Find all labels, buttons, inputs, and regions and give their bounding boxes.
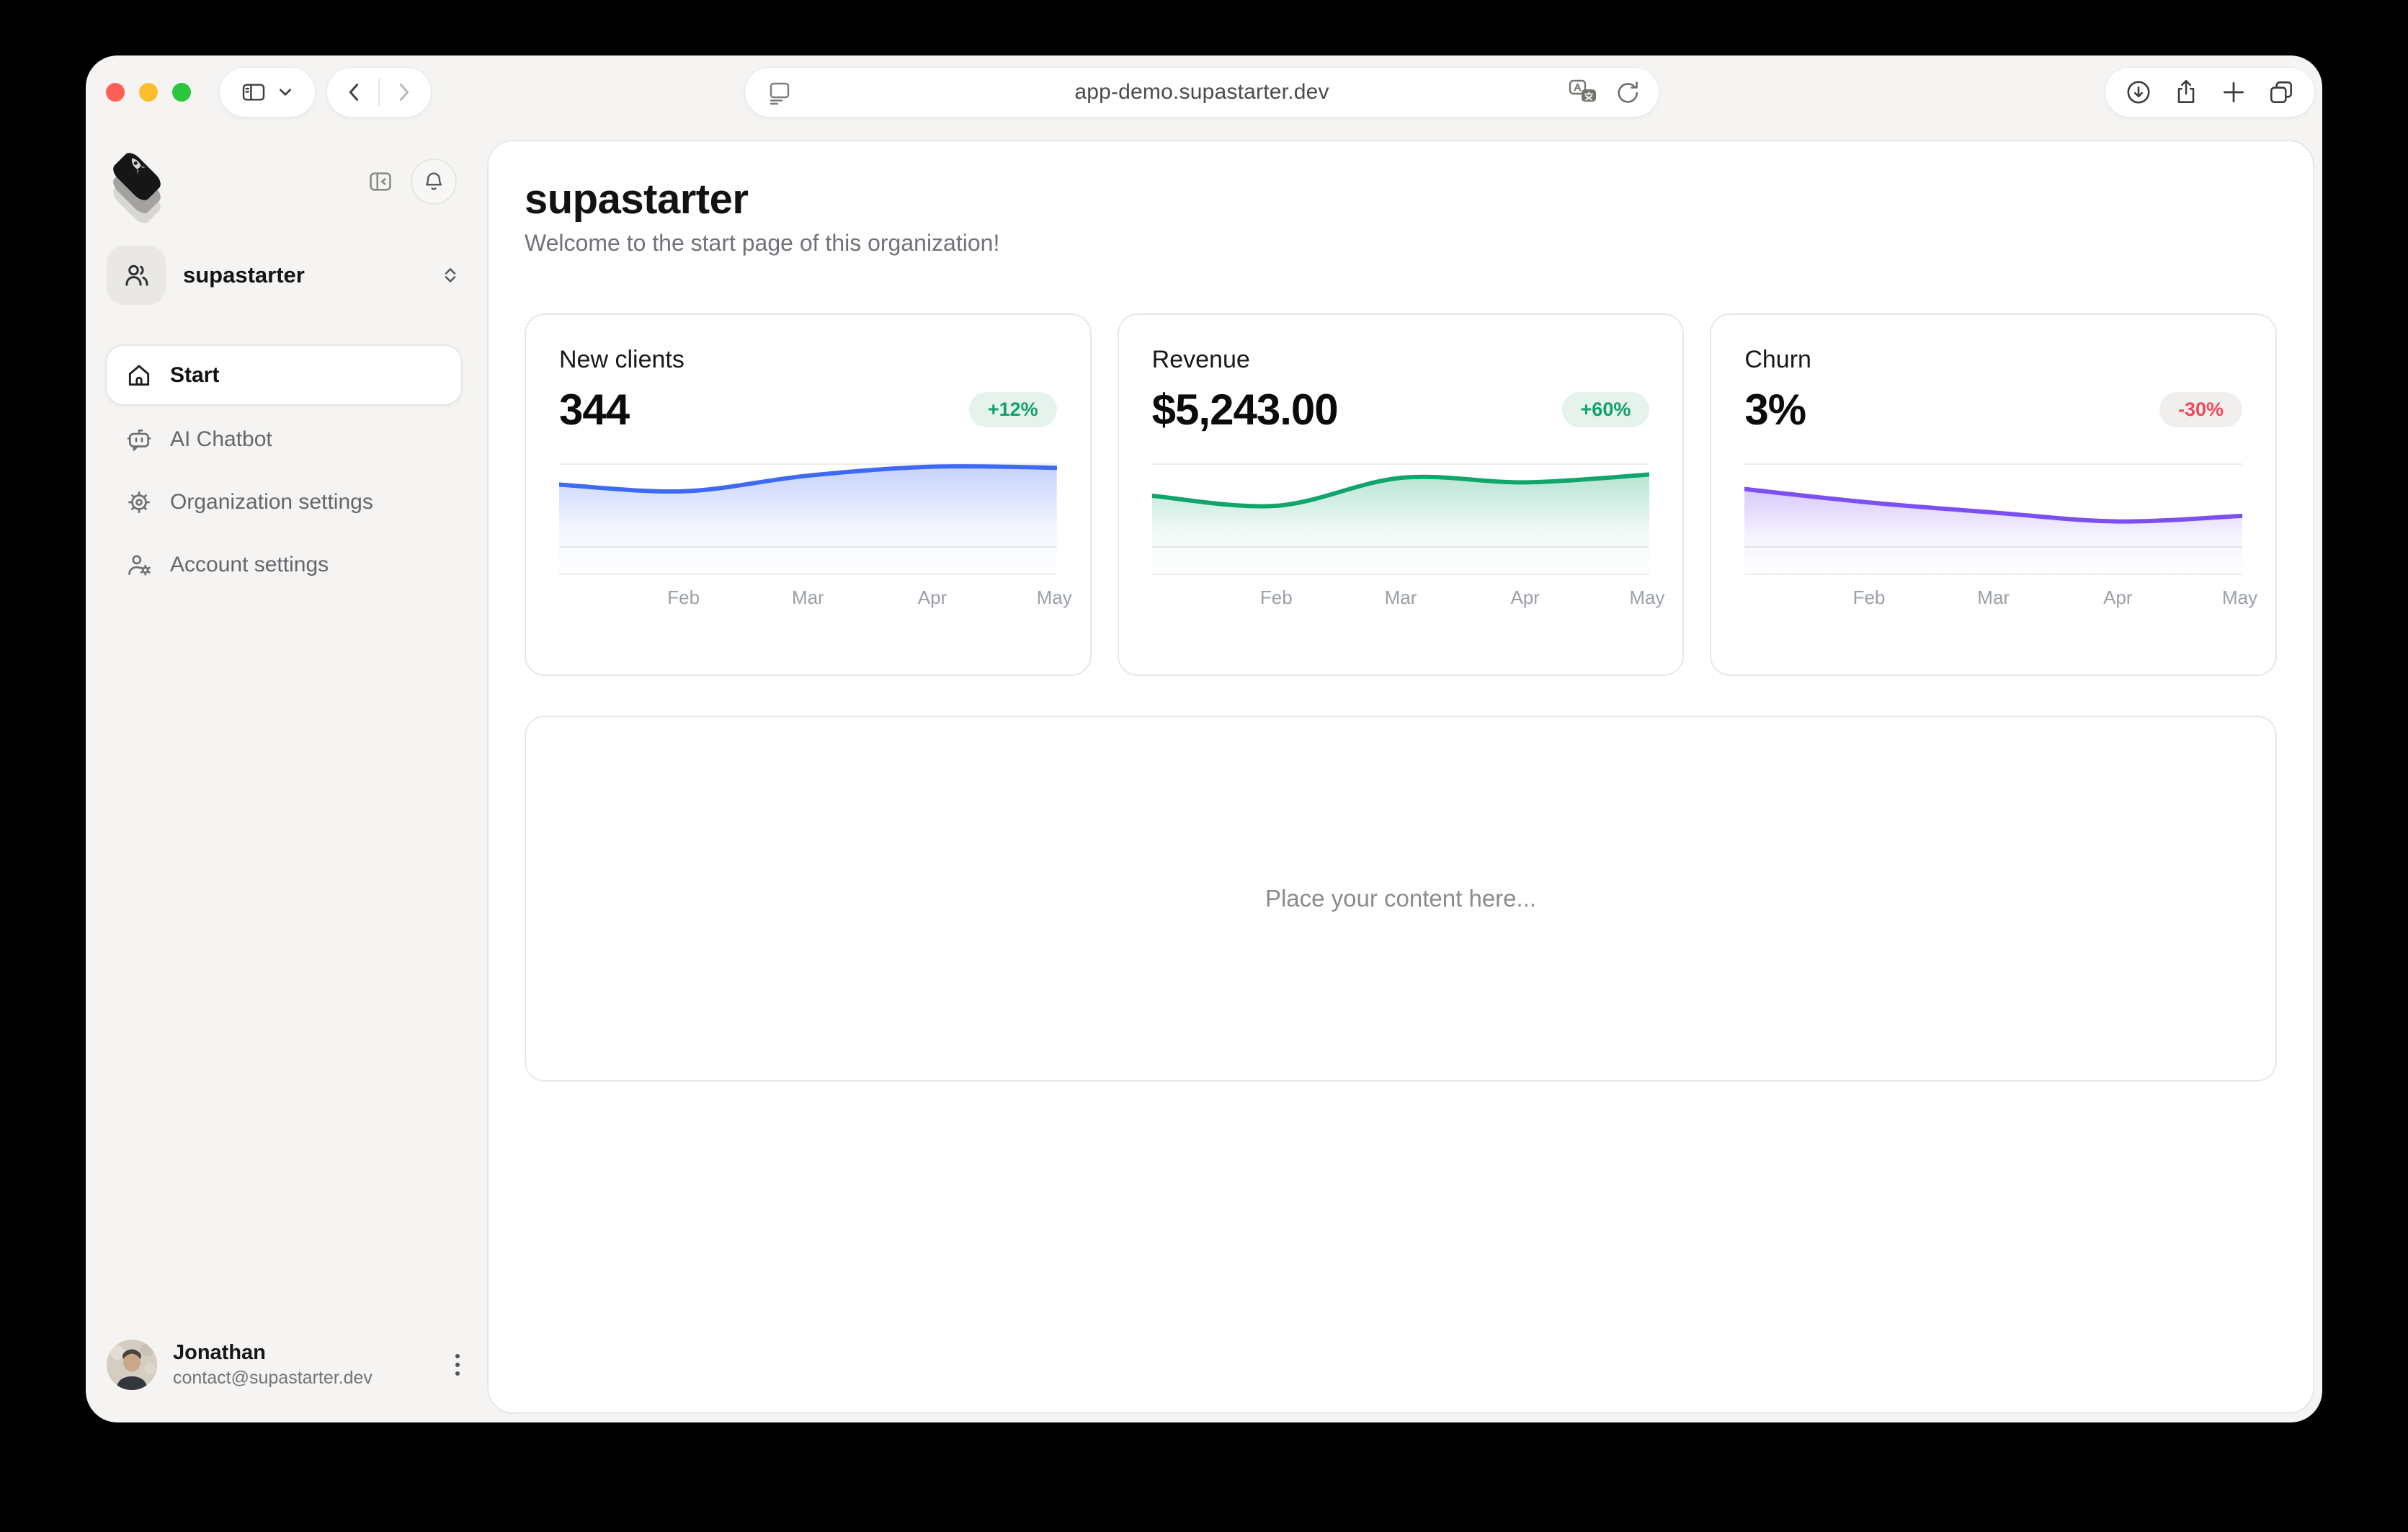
users-icon	[121, 260, 151, 290]
back-button[interactable]	[334, 81, 374, 103]
forward-button[interactable]	[384, 81, 424, 103]
share-button[interactable]	[2172, 78, 2200, 107]
downloads-button[interactable]	[2124, 78, 2153, 107]
x-tick: May	[1037, 587, 1072, 609]
main-content: supastarter Welcome to the start page of…	[487, 140, 2314, 1414]
new-tab-button[interactable]	[2219, 78, 2248, 107]
organization-avatar	[107, 246, 166, 305]
reload-icon[interactable]	[1614, 79, 1640, 105]
minimize-button[interactable]	[139, 83, 158, 102]
bell-icon	[422, 169, 446, 194]
stat-card-value: 3%	[1744, 385, 1806, 435]
organization-selector[interactable]: supastarter	[107, 245, 461, 306]
x-tick: Feb	[1853, 587, 1886, 609]
page-settings-icon[interactable]	[767, 80, 793, 106]
x-tick: May	[2222, 587, 2257, 609]
stat-card-revenue: Revenue $5,243.00 +60% Feb Mar Apr May	[1118, 313, 1685, 676]
user-gear-icon	[108, 551, 170, 579]
more-options-icon[interactable]	[454, 1353, 461, 1377]
stat-card-value: 344	[559, 385, 629, 435]
x-tick: Mar	[792, 587, 824, 609]
stat-card-new-clients: New clients 344 +12% Feb Mar Apr May	[525, 313, 1092, 676]
sidebar-item-account-settings[interactable]: Account settings	[107, 535, 461, 594]
x-tick: Apr	[918, 587, 947, 609]
trend-badge: +12%	[969, 392, 1057, 427]
chart-x-axis: Feb Mar Apr May	[1152, 587, 1650, 611]
area-chart-new-clients	[559, 463, 1057, 575]
chart-x-axis: Feb Mar Apr May	[559, 587, 1057, 611]
avatar	[107, 1340, 157, 1390]
sidebar-item-organization-settings[interactable]: Organization settings	[107, 473, 461, 531]
trend-badge: +60%	[1562, 392, 1650, 427]
page-subtitle: Welcome to the start page of this organi…	[525, 228, 2277, 257]
trend-badge: -30%	[2159, 392, 2242, 427]
bot-icon	[108, 426, 170, 453]
x-tick: Apr	[1510, 587, 1539, 609]
sidebar-item-label: Organization settings	[170, 490, 373, 515]
x-tick: Feb	[1260, 587, 1293, 609]
sidebar-item-label: Account settings	[170, 553, 329, 577]
sidebar: supastarter Start	[86, 140, 487, 1422]
user-name: Jonathan	[173, 1341, 454, 1365]
x-tick: Mar	[1385, 587, 1417, 609]
history-nav-group	[327, 68, 431, 117]
url-text: app-demo.supastarter.dev	[1074, 80, 1329, 104]
sidebar-nav: Start AI Chatbot	[107, 344, 461, 598]
translate-icon[interactable]	[1568, 79, 1598, 106]
x-tick: May	[1629, 587, 1664, 609]
user-menu[interactable]: Jonathan contact@supastarter.dev	[107, 1339, 461, 1391]
zoom-button[interactable]	[172, 83, 191, 102]
stat-card-title: Revenue	[1152, 344, 1650, 375]
stat-cards-row: New clients 344 +12% Feb Mar Apr May Rev…	[525, 313, 2277, 676]
sidebar-toggle-icon	[241, 81, 266, 103]
chevron-down-icon	[277, 86, 293, 98]
content-placeholder-card: Place your content here...	[525, 716, 2277, 1082]
user-email: contact@supastarter.dev	[173, 1368, 454, 1389]
rocket-icon	[123, 151, 152, 180]
x-tick: Feb	[667, 587, 700, 609]
window-controls	[106, 83, 191, 102]
chart-x-axis: Feb Mar Apr May	[1744, 587, 2242, 611]
home-icon	[108, 362, 170, 389]
collapse-sidebar-button[interactable]	[367, 169, 393, 194]
gear-icon	[108, 489, 170, 516]
x-tick: Mar	[1977, 587, 2010, 609]
toolbar-actions-group	[2105, 68, 2314, 117]
app-logo	[103, 150, 172, 216]
sidebar-item-start[interactable]: Start	[105, 344, 463, 406]
browser-window: app-demo.supastarter.dev	[86, 55, 2322, 1422]
area-chart-churn	[1744, 463, 2242, 575]
tab-overview-button[interactable]	[2267, 78, 2296, 107]
close-button[interactable]	[106, 83, 125, 102]
x-tick: Apr	[2103, 587, 2132, 609]
sidebar-item-label: Start	[170, 363, 219, 388]
divider	[378, 79, 380, 106]
sidebar-item-label: AI Chatbot	[170, 427, 272, 452]
stat-card-churn: Churn 3% -30% Feb Mar Apr May	[1710, 313, 2277, 676]
address-bar[interactable]: app-demo.supastarter.dev	[745, 68, 1659, 117]
placeholder-text: Place your content here...	[1265, 885, 1536, 912]
stat-card-title: Churn	[1744, 344, 2242, 375]
page-title: supastarter	[525, 177, 2277, 223]
area-chart-revenue	[1152, 463, 1650, 575]
chevrons-up-down-icon	[440, 264, 461, 286]
sidebar-toggle-group[interactable]	[220, 68, 315, 117]
sidebar-item-ai-chatbot[interactable]: AI Chatbot	[107, 410, 461, 468]
organization-name: supastarter	[183, 262, 440, 288]
notifications-button[interactable]	[411, 159, 457, 205]
stat-card-title: New clients	[559, 344, 1057, 375]
stat-card-value: $5,243.00	[1152, 385, 1338, 435]
